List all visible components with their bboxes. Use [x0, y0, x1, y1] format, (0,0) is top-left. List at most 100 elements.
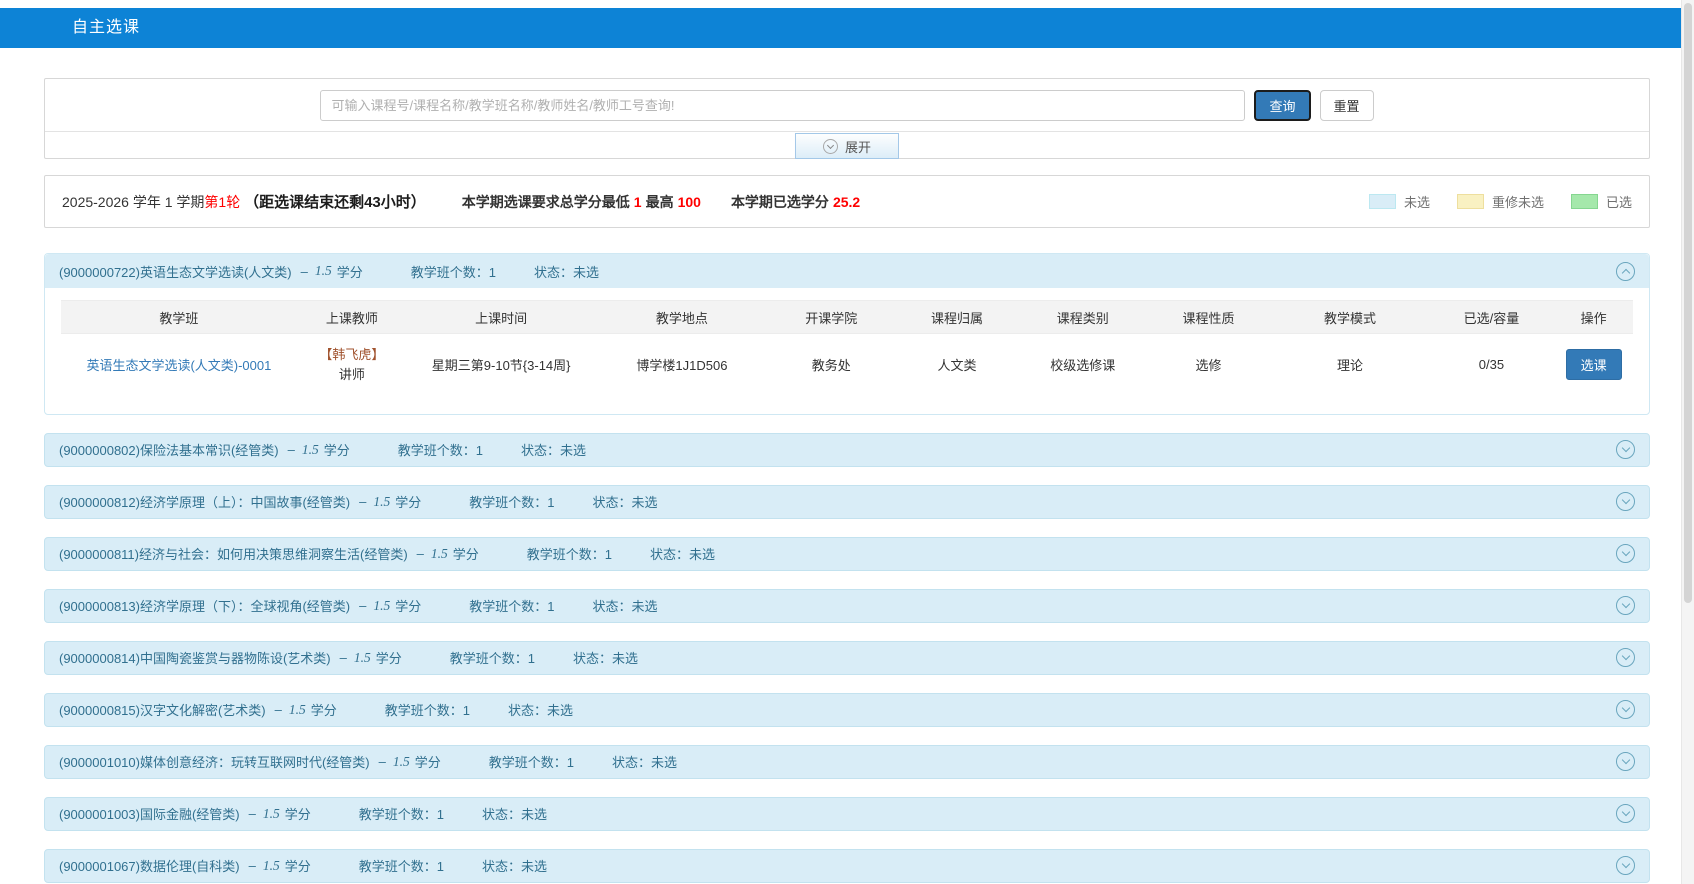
course-status: 状态：未选 — [612, 752, 677, 771]
course-title: (9000000814)中国陶瓷鉴赏与器物陈设(艺术类) — [59, 648, 331, 667]
search-input[interactable] — [320, 90, 1245, 121]
status-bar: 2025-2026 学年 1 学期第1轮 （距选课结束还剩43小时） 本学期选课… — [44, 175, 1650, 228]
scrollbar-thumb[interactable] — [1684, 3, 1692, 603]
chevron-down-circle-icon[interactable] — [1616, 440, 1635, 459]
course-block: (9000000722)英语生态文学选读(人文类) – 1.5 学分 教学班个数… — [44, 253, 1650, 415]
chevron-up-circle-icon[interactable] — [1616, 262, 1635, 281]
col-header-class: 教学班 — [61, 301, 297, 334]
course-dash: – — [359, 598, 366, 613]
class-nature: 选修 — [1146, 334, 1272, 396]
expand-toggle[interactable]: 展开 — [795, 133, 899, 159]
col-header-college: 开课学院 — [768, 301, 894, 334]
course-dash: – — [301, 264, 308, 279]
col-header-place: 教学地点 — [595, 301, 768, 334]
course-credits: 1.5 — [373, 598, 390, 614]
course-title: (9000001003)国际金融(经管类) — [59, 804, 240, 823]
credit-rule: 本学期选课要求总学分最低1最高100本学期已选学分25.2 — [462, 192, 864, 212]
legend-item-selected: 已选 — [1571, 192, 1632, 211]
course-status: 状态：未选 — [534, 262, 599, 281]
col-header-mode: 教学模式 — [1271, 301, 1428, 334]
course-status: 状态：未选 — [521, 440, 586, 459]
course-row-toggle[interactable]: (9000000811)经济与社会：如何用决策思维洞察生活(经管类) – 1.5… — [44, 537, 1650, 571]
class-count: 教学班个数：1 — [450, 648, 535, 667]
course-status: 状态：未选 — [650, 544, 715, 563]
legend-label-unselected: 未选 — [1404, 192, 1430, 211]
course-credits-suffix: 学分 — [285, 856, 311, 875]
course-row-toggle[interactable]: (9000001067)数据伦理(自科类) – 1.5 学分 教学班个数：1 状… — [44, 849, 1650, 883]
course-title: (9000000802)保险法基本常识(经管类) — [59, 440, 279, 459]
top-strip — [0, 0, 1694, 8]
course-row-toggle[interactable]: (9000000802)保险法基本常识(经管类) – 1.5 学分 教学班个数：… — [44, 433, 1650, 467]
countdown-label: （距选课结束还剩43小时） — [244, 194, 426, 211]
course-row-toggle[interactable]: (9000000814)中国陶瓷鉴赏与器物陈设(艺术类) – 1.5 学分 教学… — [44, 641, 1650, 675]
course-block: (9000000811)经济与社会：如何用决策思维洞察生活(经管类) – 1.5… — [44, 537, 1650, 571]
course-status: 状态：未选 — [573, 648, 638, 667]
teacher-name: 【韩飞虎】 — [297, 345, 407, 365]
course-credits: 1.5 — [289, 702, 306, 718]
course-row-toggle[interactable]: (9000000722)英语生态文学选读(人文类) – 1.5 学分 教学班个数… — [45, 254, 1649, 288]
teacher-title: 讲师 — [297, 365, 407, 385]
chevron-down-circle-icon[interactable] — [1616, 492, 1635, 511]
course-title: (9000001067)数据伦理(自科类) — [59, 856, 240, 875]
course-row-toggle[interactable]: (9000000815)汉字文化解密(艺术类) – 1.5 学分 教学班个数：1… — [44, 693, 1650, 727]
course-row-toggle[interactable]: (9000001003)国际金融(经管类) – 1.5 学分 教学班个数：1 状… — [44, 797, 1650, 831]
course-credits-suffix: 学分 — [311, 700, 337, 719]
course-credits-suffix: 学分 — [376, 648, 402, 667]
selected-credit-label: 本学期已选学分 — [731, 194, 829, 210]
chevron-down-circle-icon[interactable] — [1616, 544, 1635, 563]
chevron-down-circle-icon[interactable] — [1616, 752, 1635, 771]
class-mode: 理论 — [1271, 334, 1428, 396]
expand-toggle-label: 展开 — [845, 137, 871, 156]
course-dash: – — [340, 650, 347, 665]
chevron-down-circle-icon[interactable] — [1616, 856, 1635, 875]
legend-label-selected: 已选 — [1606, 192, 1632, 211]
chevron-down-circle-icon[interactable] — [1616, 700, 1635, 719]
legend-item-unselected: 未选 — [1369, 192, 1430, 211]
scrollbar-track[interactable] — [1681, 0, 1694, 884]
course-credits-suffix: 学分 — [337, 262, 363, 281]
class-count: 教学班个数：1 — [469, 492, 554, 511]
class-table-row: 英语生态文学选读(人文类)-0001 【韩飞虎】 讲师 星期三第9-10节{3-… — [61, 334, 1633, 396]
course-block: (9000000814)中国陶瓷鉴赏与器物陈设(艺术类) – 1.5 学分 教学… — [44, 641, 1650, 675]
selected-credit-value: 25.2 — [833, 194, 860, 210]
course-credits: 1.5 — [393, 754, 410, 770]
chevron-down-circle-icon[interactable] — [1616, 596, 1635, 615]
course-block: (9000000812)经济学原理（上）：中国故事(经管类) – 1.5 学分 … — [44, 485, 1650, 519]
course-title: (9000000722)英语生态文学选读(人文类) — [59, 262, 292, 281]
course-row-toggle[interactable]: (9000001010)媒体创意经济：玩转互联网时代(经管类) – 1.5 学分… — [44, 745, 1650, 779]
course-status: 状态：未选 — [482, 856, 547, 875]
chevron-down-circle-icon[interactable] — [1616, 648, 1635, 667]
course-credits: 1.5 — [263, 858, 280, 874]
course-row-toggle[interactable]: (9000000812)经济学原理（上）：中国故事(经管类) – 1.5 学分 … — [44, 485, 1650, 519]
legend-item-retake: 重修未选 — [1457, 192, 1544, 211]
course-dash: – — [249, 806, 256, 821]
col-header-action: 操作 — [1554, 301, 1633, 334]
course-status: 状态：未选 — [593, 492, 658, 511]
class-name-link[interactable]: 英语生态文学选读(人文类)-0001 — [86, 358, 271, 373]
class-count: 教学班个数：1 — [359, 856, 444, 875]
query-button[interactable]: 查询 — [1254, 90, 1310, 121]
class-category: 校级选修课 — [1020, 334, 1146, 396]
expand-strip: 展开 — [45, 131, 1649, 158]
course-dash: – — [275, 702, 282, 717]
course-block: (9000000813)经济学原理（下）：全球视角(经管类) – 1.5 学分 … — [44, 589, 1650, 623]
chevron-down-circle-icon[interactable] — [1616, 804, 1635, 823]
col-header-nature: 课程性质 — [1146, 301, 1272, 334]
course-title: (9000000813)经济学原理（下）：全球视角(经管类) — [59, 596, 350, 615]
legend-swatch-selected — [1571, 194, 1598, 209]
course-block: (9000001010)媒体创意经济：玩转互联网时代(经管类) – 1.5 学分… — [44, 745, 1650, 779]
credit-max-label: 最高 — [646, 194, 674, 210]
course-credits-suffix: 学分 — [324, 440, 350, 459]
course-detail: 教学班 上课教师 上课时间 教学地点 开课学院 课程归属 课程类别 课程性质 教… — [45, 288, 1649, 414]
credit-min-value: 1 — [634, 194, 642, 210]
class-count: 教学班个数：1 — [469, 596, 554, 615]
select-course-button[interactable]: 选课 — [1566, 349, 1622, 380]
reset-button[interactable]: 重置 — [1320, 90, 1374, 121]
col-header-category: 课程类别 — [1020, 301, 1146, 334]
page-title: 自主选课 — [72, 19, 140, 36]
class-time: 星期三第9-10节{3-14周} — [407, 334, 596, 396]
course-title: (9000000812)经济学原理（上）：中国故事(经管类) — [59, 492, 350, 511]
course-dash: – — [288, 442, 295, 457]
semester-label: 2025-2026 学年 1 学期 — [62, 194, 204, 210]
course-row-toggle[interactable]: (9000000813)经济学原理（下）：全球视角(经管类) – 1.5 学分 … — [44, 589, 1650, 623]
